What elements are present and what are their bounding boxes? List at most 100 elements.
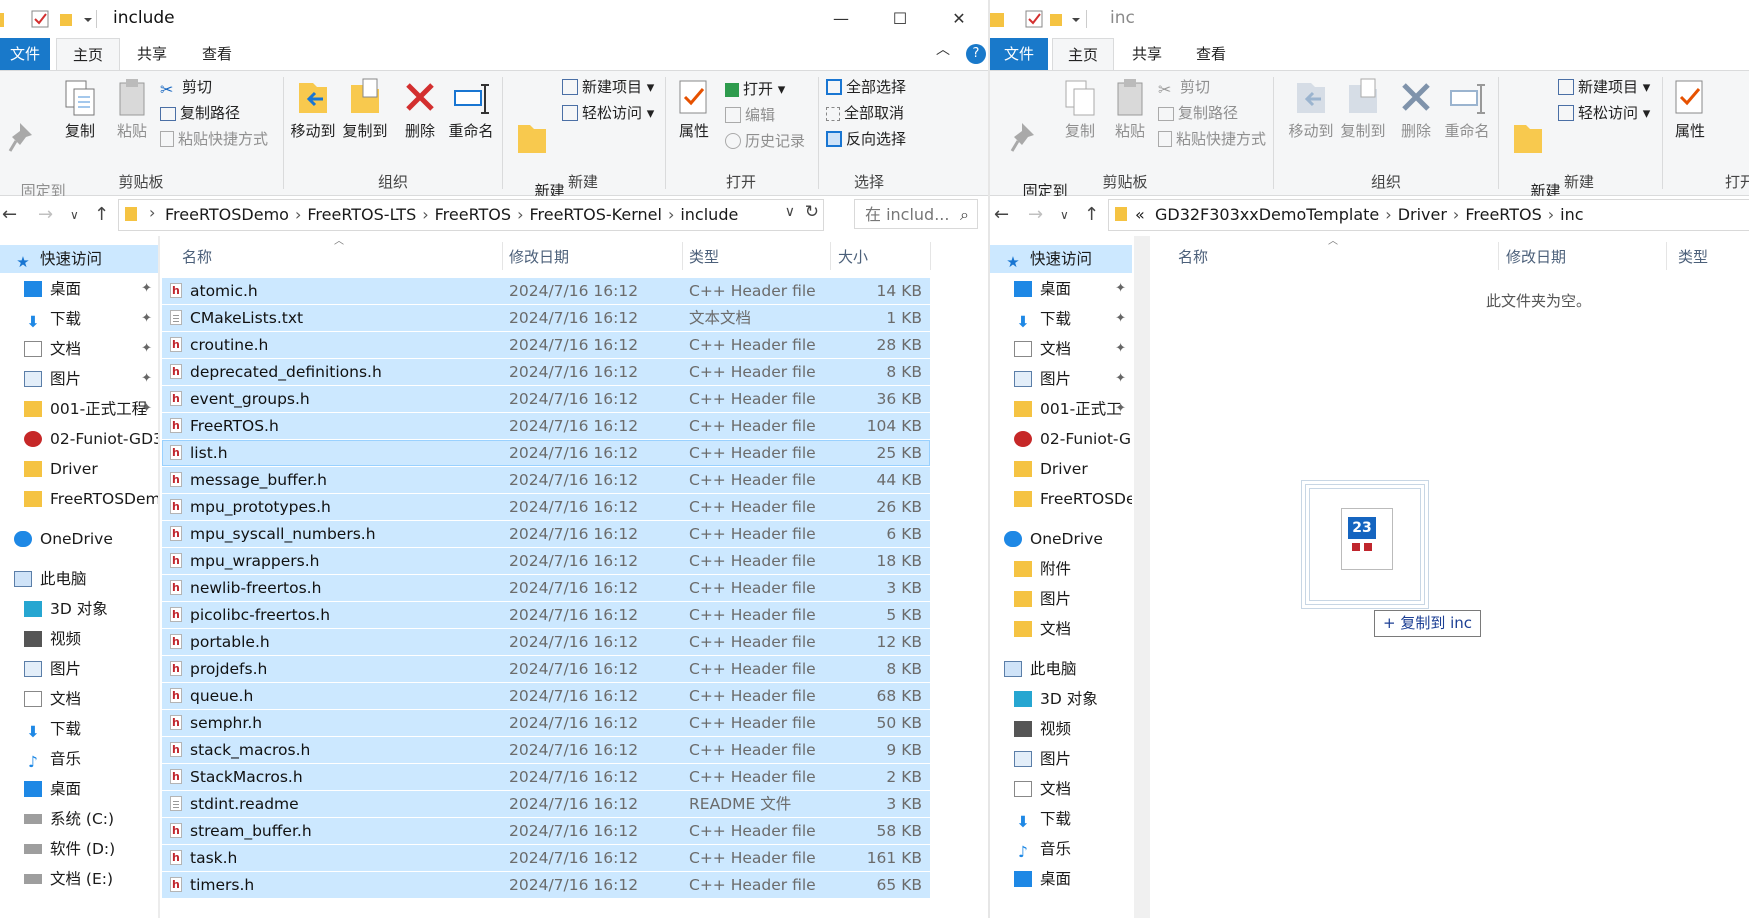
nav-item[interactable]: 文档 (E:)	[0, 865, 158, 893]
move-to-button[interactable]: 移动到	[288, 77, 338, 141]
help-icon[interactable]: ?	[966, 44, 986, 64]
copy-path-button[interactable]: 复制路径	[1158, 101, 1238, 125]
open-button[interactable]: 打开 ▾	[725, 77, 785, 101]
new-item-button[interactable]: 新建项目 ▾	[1558, 75, 1650, 99]
refresh-icon[interactable]: ↻	[805, 202, 819, 222]
maximize-button[interactable]: ☐	[875, 4, 925, 34]
search-input[interactable]: 在 includ... ⌕	[854, 199, 978, 229]
nav-item[interactable]: 文档	[990, 615, 1132, 643]
file-row[interactable]: mpu_syscall_numbers.h 2024/7/16 16:12 C++ …	[162, 521, 930, 547]
nav-item[interactable]: 图片	[990, 745, 1132, 773]
file-row[interactable]: mpu_prototypes.h 2024/7/16 16:12 C++ Heade…	[162, 494, 930, 520]
file-row[interactable]: event_groups.h 2024/7/16 16:12 C++ Header …	[162, 386, 930, 412]
nav-item[interactable]: 001-正式工 ✦	[990, 395, 1132, 423]
nav-item[interactable]: 图片 ✦	[990, 365, 1132, 393]
nav-item[interactable]: ⬇ 下载	[0, 715, 158, 743]
delete-button[interactable]: 删除	[1394, 77, 1438, 141]
nav-item[interactable]: Driver	[990, 455, 1132, 483]
copy-to-button[interactable]: 复制到	[340, 77, 390, 141]
file-row[interactable]: atomic.h 2024/7/16 16:12 C++ Header file 14…	[162, 278, 930, 304]
address-bar[interactable]: › FreeRTOSDemo › FreeRTOS-LTS › FreeRTOS › Fre…	[118, 199, 824, 231]
file-row[interactable]: semphr.h 2024/7/16 16:12 C++ Header file 50…	[162, 710, 930, 736]
file-row[interactable]: timers.h 2024/7/16 16:12 C++ Header file 65…	[162, 872, 930, 898]
nav-item[interactable]: OneDrive	[0, 525, 158, 553]
nav-item[interactable]: 此电脑	[0, 565, 158, 593]
recent-locations-button[interactable]: ∨	[1060, 208, 1069, 222]
file-row[interactable]: stack_macros.h 2024/7/16 16:12 C++ Header …	[162, 737, 930, 763]
nav-item[interactable]: 视频	[990, 715, 1132, 743]
nav-item[interactable]: 桌面	[0, 775, 158, 803]
nav-item[interactable]: 文档	[990, 775, 1132, 803]
nav-item[interactable]: ♪ 音乐	[0, 745, 158, 773]
rename-button[interactable]: 重命名	[446, 77, 496, 141]
paste-shortcut-button[interactable]: 粘贴快捷方式	[160, 127, 268, 151]
column-divider[interactable]	[502, 242, 503, 270]
column-divider[interactable]	[930, 242, 931, 270]
nav-item[interactable]: 文档 ✦	[990, 335, 1132, 363]
column-type[interactable]: 类型	[689, 246, 719, 267]
scrollbar[interactable]	[158, 236, 160, 918]
file-row[interactable]: stream_buffer.h 2024/7/16 16:12 C++ Header…	[162, 818, 930, 844]
delete-button[interactable]: 删除	[398, 77, 442, 141]
breadcrumb-item[interactable]: Driver	[1398, 205, 1447, 224]
tab-share[interactable]: 共享	[1116, 38, 1178, 70]
nav-item[interactable]: 图片 ✦	[0, 365, 158, 393]
nav-item[interactable]: ♪ 音乐	[990, 835, 1132, 863]
select-all-button[interactable]: 全部选择	[826, 75, 906, 99]
tab-share[interactable]: 共享	[121, 38, 183, 70]
nav-item[interactable]: ⬇ 下载 ✦	[990, 305, 1132, 333]
nav-item[interactable]: 3D 对象	[990, 685, 1132, 713]
nav-item[interactable]: 001-正式工程 ✦	[0, 395, 158, 423]
nav-item[interactable]: 系统 (C:)	[0, 805, 158, 833]
nav-item[interactable]: 桌面	[990, 865, 1132, 893]
file-row[interactable]: mpu_wrappers.h 2024/7/16 16:12 C++ Header …	[162, 548, 930, 574]
nav-item[interactable]: 桌面 ✦	[990, 275, 1132, 303]
paste-button[interactable]: 粘贴	[1108, 77, 1152, 141]
quick-access-toolbar[interactable]	[0, 10, 100, 28]
tab-file[interactable]: 文件	[0, 38, 50, 70]
forward-button[interactable]: →	[1028, 204, 1043, 225]
column-name[interactable]: 名称	[1178, 246, 1208, 267]
recent-locations-button[interactable]: ∨	[70, 208, 79, 222]
file-row[interactable]: portable.h 2024/7/16 16:12 C++ Header file…	[162, 629, 930, 655]
copy-button[interactable]: 复制	[58, 77, 102, 141]
paste-shortcut-button[interactable]: 粘贴快捷方式	[1158, 127, 1266, 151]
column-divider[interactable]	[830, 242, 831, 270]
edit-button[interactable]: 编辑	[725, 103, 775, 127]
file-row[interactable]: stdint.readme 2024/7/16 16:12 README 文件 3 K…	[162, 791, 930, 817]
file-row[interactable]: FreeRTOS.h 2024/7/16 16:12 C++ Header file…	[162, 413, 930, 439]
breadcrumb-item[interactable]: FreeRTOSDemo	[165, 205, 289, 224]
history-button[interactable]: 历史记录	[725, 129, 805, 153]
tab-view[interactable]: 查看	[1180, 38, 1242, 70]
properties-button[interactable]: 属性	[670, 77, 718, 141]
rename-button[interactable]: 重命名	[1442, 77, 1492, 141]
copy-to-button[interactable]: 复制到	[1338, 77, 1388, 141]
nav-item[interactable]: 桌面 ✦	[0, 275, 158, 303]
column-date[interactable]: 修改日期	[509, 246, 569, 267]
column-type[interactable]: 类型	[1678, 246, 1708, 267]
nav-item[interactable]: 图片	[990, 585, 1132, 613]
copy-button[interactable]: 复制	[1058, 77, 1102, 141]
breadcrumb-item[interactable]: FreeRTOS	[1465, 205, 1541, 224]
nav-item[interactable]: ★ 快速访问	[990, 245, 1132, 273]
nav-item[interactable]: 02-Funiot-GD3	[0, 425, 158, 453]
collapse-ribbon-icon[interactable]: ︿	[928, 35, 958, 65]
file-row[interactable]: deprecated_definitions.h 2024/7/16 16:12 C…	[162, 359, 930, 385]
minimize-button[interactable]: —	[816, 4, 866, 34]
nav-item[interactable]: 02-Funiot-G	[990, 425, 1132, 453]
nav-item[interactable]: OneDrive	[990, 525, 1132, 553]
move-to-button[interactable]: 移动到	[1286, 77, 1336, 141]
file-row[interactable]: projdefs.h 2024/7/16 16:12 C++ Header file…	[162, 656, 930, 682]
file-row[interactable]: StackMacros.h 2024/7/16 16:12 C++ Header f…	[162, 764, 930, 790]
easy-access-button[interactable]: 轻松访问 ▾	[1558, 101, 1650, 125]
tab-file[interactable]: 文件	[990, 38, 1048, 70]
file-row[interactable]: picolibc-freertos.h 2024/7/16 16:12 C++ He…	[162, 602, 930, 628]
close-button[interactable]: ✕	[934, 4, 984, 34]
nav-item[interactable]: 3D 对象	[0, 595, 158, 623]
breadcrumb-item[interactable]: include	[680, 205, 738, 224]
new-item-button[interactable]: 新建项目 ▾	[562, 75, 654, 99]
file-row[interactable]: croutine.h 2024/7/16 16:12 C++ Header file…	[162, 332, 930, 358]
column-name[interactable]: 名称	[182, 246, 212, 267]
nav-item[interactable]: FreeRTOSDe	[990, 485, 1132, 513]
address-bar[interactable]: « GD32F303xxDemoTemplate › Driver › FreeRTOS…	[1108, 199, 1749, 231]
